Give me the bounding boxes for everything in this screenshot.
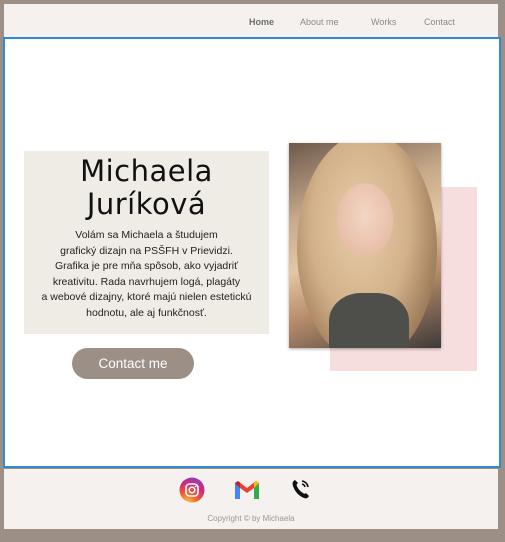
name-first: Michaela bbox=[80, 154, 213, 188]
bio-line: Volám sa Michaela a študujem bbox=[75, 229, 218, 241]
gmail-icon[interactable] bbox=[233, 477, 259, 503]
instagram-icon[interactable] bbox=[179, 477, 205, 503]
hero-section: Michaela Juríková Volám sa Michaela a št… bbox=[3, 37, 501, 468]
nav-home-link[interactable]: Home bbox=[249, 17, 274, 27]
footer: Copyright © by Michaela bbox=[4, 469, 498, 529]
bio-line: Grafika je pre mňa spôsob, ako vyjadriť bbox=[54, 260, 239, 272]
copyright-text: Copyright © by Michaela bbox=[207, 514, 295, 523]
nav-works-link[interactable]: Works bbox=[371, 17, 396, 27]
bio-text: Volám sa Michaela a študujem grafický di… bbox=[24, 228, 269, 321]
bio-line: grafický dizajn na PSŠFH v Prievidzi. bbox=[60, 244, 233, 257]
name-last: Juríková bbox=[86, 187, 207, 221]
bio-line: hodnotu, ale aj funkčnosť. bbox=[86, 306, 207, 319]
bio-line: kreativitu. Rada navrhujem logá, plagáty bbox=[52, 275, 241, 288]
bio-line: a webové dizajny, ktoré majú nielen este… bbox=[41, 291, 252, 303]
profile-photo bbox=[289, 143, 441, 348]
intro-box: Michaela Juríková Volám sa Michaela a št… bbox=[24, 151, 269, 334]
photo-shirt bbox=[329, 293, 409, 348]
phone-icon[interactable] bbox=[290, 477, 312, 503]
photo-face bbox=[337, 183, 393, 255]
nav-contact-link[interactable]: Contact bbox=[424, 17, 455, 27]
page-title: Michaela Juríková bbox=[24, 155, 269, 221]
top-navigation-bar: Home About me Works Contact bbox=[4, 4, 498, 37]
nav-about-link[interactable]: About me bbox=[300, 17, 339, 27]
contact-me-button[interactable]: Contact me bbox=[72, 348, 194, 379]
